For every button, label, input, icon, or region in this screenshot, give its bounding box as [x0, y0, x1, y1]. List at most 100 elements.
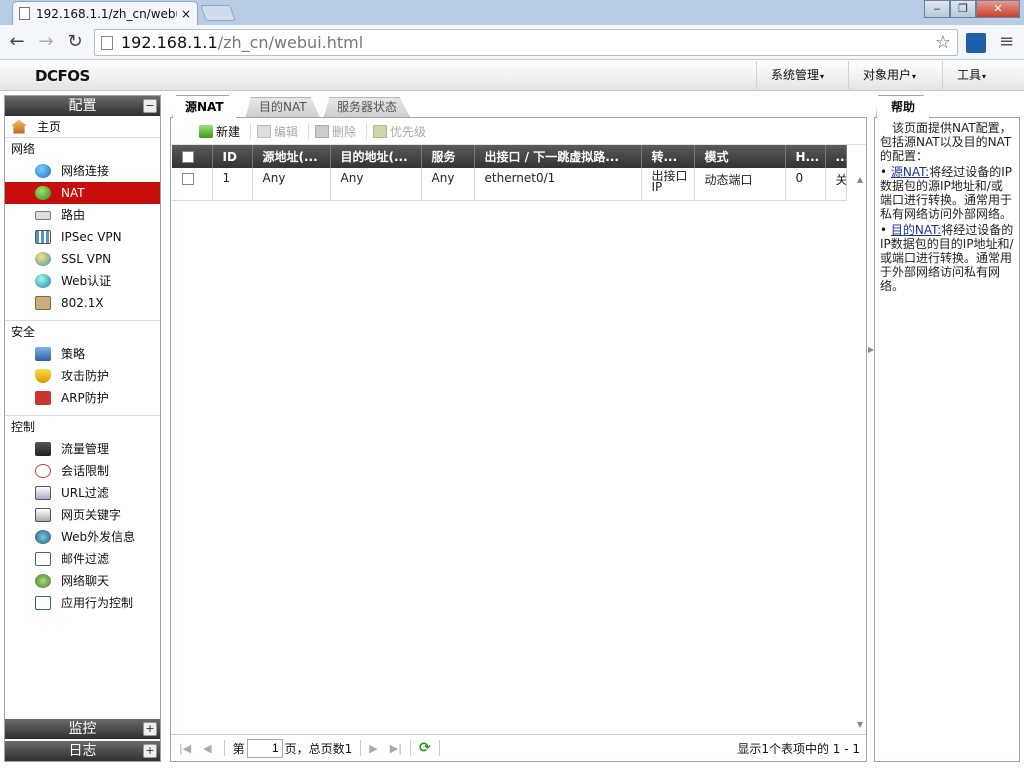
sidebar: 配置 − 主页 网络 网络连接 NAT 路由 IPSec VPN SSL VPN… — [4, 95, 161, 762]
sidebar-item-routing[interactable]: 路由 — [5, 204, 160, 226]
sidebar-item-web-outbound[interactable]: Web外发信息 — [5, 526, 160, 548]
maximize-button[interactable]: ❐ — [950, 0, 976, 18]
forward-icon[interactable]: → — [35, 31, 57, 53]
sidebar-item-home[interactable]: 主页 — [5, 116, 160, 138]
sidebar-item-ipsec-vpn[interactable]: IPSec VPN — [5, 226, 160, 248]
expand-button[interactable]: + — [143, 744, 157, 758]
tab-source-nat[interactable]: 源NAT — [172, 95, 237, 118]
router-icon — [35, 210, 51, 220]
back-icon[interactable]: ← — [6, 31, 28, 53]
star-icon[interactable]: ☆ — [935, 32, 951, 53]
sidebar-item-label: Web认证 — [61, 274, 112, 288]
sidebar-item-ssl-vpn[interactable]: SSL VPN — [5, 248, 160, 270]
sidebar-log-header[interactable]: 日志 + — [5, 741, 160, 761]
priority-icon — [373, 124, 388, 138]
sidebar-item-8021x[interactable]: 802.1X — [5, 292, 160, 314]
browser-tab[interactable]: 192.168.1.1/zh_cn/webui × — [12, 1, 198, 25]
column-header-service[interactable]: 服务 — [421, 145, 475, 168]
sidebar-item-arp-defense[interactable]: ARP防护 — [5, 387, 160, 409]
main-tabs: 源NAT 目的NAT 服务器状态 — [170, 95, 867, 118]
sidebar-item-im-chat[interactable]: 网络聊天 — [5, 570, 160, 592]
vpn-icon — [35, 230, 51, 244]
sidebar-item-url-filter[interactable]: URL过滤 — [5, 482, 160, 504]
help-item-destination-nat: • 目的NAT:将经过设备的IP数据包的目的IP地址和/或端口进行转换。通常用于… — [880, 223, 1014, 293]
menu-system-management[interactable]: 系统管理▾ — [756, 61, 838, 91]
logo: DCFOS — [35, 67, 90, 85]
sidebar-item-web-auth[interactable]: Web认证 — [5, 270, 160, 292]
home-icon — [11, 119, 27, 134]
sidebar-item-nat[interactable]: NAT — [5, 182, 160, 204]
column-header-more[interactable]: ... — [825, 145, 847, 168]
address-bar[interactable]: 192.168.1.1/zh_cn/webui.html ☆ — [94, 29, 958, 56]
cell-mode: 动态端口 — [694, 168, 786, 201]
help-tab[interactable]: 帮助 — [876, 95, 931, 118]
edit-button[interactable]: 编辑 — [257, 122, 310, 140]
column-header-mode[interactable]: 模式 — [694, 145, 786, 168]
cell-id: 1 — [212, 168, 253, 201]
table-row[interactable]: 1 Any Any Any ethernet0/1 出接口IP 动态端口 0 关 — [172, 168, 847, 201]
help-panel: 帮助 该页面提供NAT配置，包括源NAT以及目的NAT的配置： • 源NAT:将… — [874, 95, 1020, 762]
sidebar-item-app-control[interactable]: 应用行为控制 — [5, 592, 160, 614]
menu-object-users[interactable]: 对象用户▾ — [848, 61, 930, 91]
column-header-id[interactable]: ID — [212, 145, 253, 168]
sidebar-item-network-connection[interactable]: 网络连接 — [5, 160, 160, 182]
close-icon[interactable]: × — [181, 7, 191, 21]
reload-icon[interactable]: ↻ — [64, 31, 86, 53]
window-close-button[interactable]: ✕ — [976, 0, 1020, 18]
app-control-icon — [35, 596, 51, 610]
page-icon — [19, 7, 30, 20]
refresh-icon[interactable]: ⟳ — [419, 740, 431, 756]
tab-destination-nat[interactable]: 目的NAT — [246, 97, 320, 117]
sidebar-item-label: 网络连接 — [61, 164, 110, 178]
policy-icon — [35, 347, 51, 361]
tab-server-status[interactable]: 服务器状态 — [324, 97, 411, 117]
main-panel: 源NAT 目的NAT 服务器状态 新建 编辑 删除 优先级 ID 源地址(...… — [170, 95, 867, 762]
sidebar-item-traffic-management[interactable]: 流量管理 — [5, 438, 160, 460]
sidebar-item-session-limit[interactable]: 会话限制 — [5, 460, 160, 482]
expand-button[interactable]: + — [143, 722, 157, 736]
sidebar-section-network: 网络 网络连接 NAT 路由 IPSec VPN SSL VPN Web认证 8… — [5, 138, 160, 321]
column-header-translation[interactable]: 转... — [641, 145, 695, 168]
help-link-destination-nat[interactable]: 目的NAT: — [891, 223, 941, 237]
menu-tools[interactable]: 工具▾ — [942, 61, 1000, 91]
help-link-source-nat[interactable]: 源NAT: — [891, 165, 929, 179]
minimize-button[interactable]: ‒ — [924, 0, 950, 18]
new-tab-button[interactable] — [200, 5, 236, 21]
menu-label: 对象用户 — [863, 68, 912, 82]
menu-icon[interactable]: ≡ — [999, 31, 1014, 52]
scroll-down-icon[interactable]: ▼ — [857, 720, 863, 729]
priority-button[interactable]: 优先级 — [373, 123, 436, 140]
collapse-button[interactable]: − — [143, 99, 157, 113]
select-all-checkbox[interactable] — [182, 151, 194, 163]
window-controls: ‒ ❐ ✕ — [924, 0, 1020, 18]
action-label: 删除 — [332, 124, 357, 139]
divider — [438, 740, 440, 756]
new-button[interactable]: 新建 — [199, 122, 252, 140]
page-number-input[interactable] — [246, 738, 283, 758]
last-page-icon[interactable]: ▶| — [390, 742, 402, 755]
column-header-egress[interactable]: 出接口 / 下一跳虚拟路... — [474, 145, 642, 168]
sidebar-monitor-header[interactable]: 监控 + — [5, 719, 160, 739]
sidebar-item-attack-defense[interactable]: 攻击防护 — [5, 365, 160, 387]
extension-icon[interactable] — [966, 33, 986, 53]
sidebar-item-label: Web外发信息 — [61, 530, 136, 544]
next-page-icon[interactable]: ▶ — [369, 742, 377, 755]
sidebar-item-web-keyword[interactable]: 网页关键字 — [5, 504, 160, 526]
caret-down-icon: ▾ — [912, 72, 917, 81]
caret-down-icon: ▾ — [820, 72, 825, 81]
menu-label: 系统管理 — [771, 68, 820, 82]
add-icon — [199, 124, 213, 138]
sidebar-item-mail-filter[interactable]: 邮件过滤 — [5, 548, 160, 570]
sidebar-header-label: 配置 — [68, 98, 97, 114]
sidebar-item-policy[interactable]: 策略 — [5, 343, 160, 365]
row-checkbox[interactable] — [182, 172, 194, 185]
column-header-source[interactable]: 源地址(... — [252, 145, 331, 168]
column-header-destination[interactable]: 目的地址(... — [330, 145, 422, 168]
column-header-h[interactable]: H... — [785, 145, 826, 168]
first-page-icon[interactable]: |◀ — [179, 742, 191, 755]
sidebar-item-label: 应用行为控制 — [61, 596, 134, 610]
delete-button[interactable]: 删除 — [315, 122, 368, 140]
prev-page-icon[interactable]: ◀ — [203, 742, 211, 755]
main-content: 新建 编辑 删除 优先级 ID 源地址(... 目的地址(... 服务 出接口 … — [170, 117, 867, 762]
scroll-up-icon[interactable]: ▲ — [857, 175, 863, 184]
